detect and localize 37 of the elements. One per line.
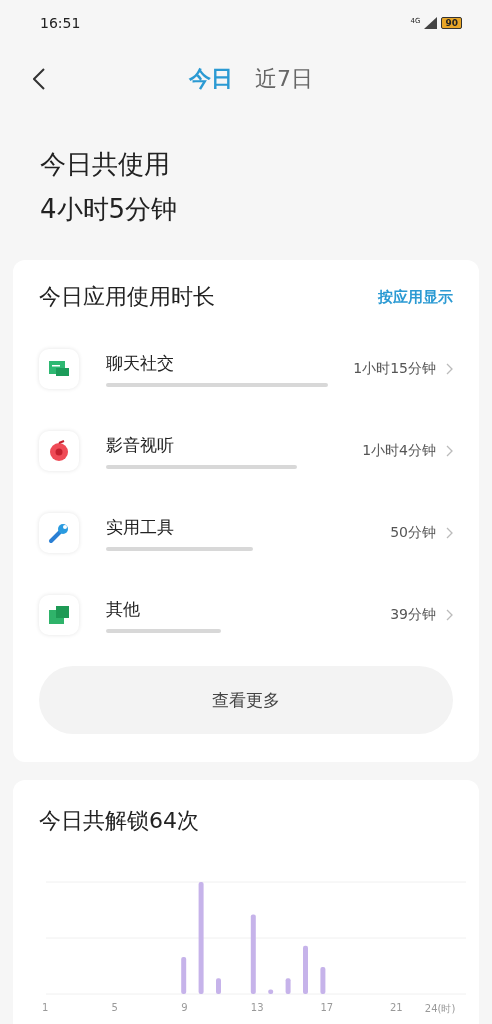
category-name: 聊天社交	[106, 351, 175, 375]
chart-bar	[181, 957, 187, 994]
chevron-icon[interactable]	[446, 363, 453, 375]
usage-time: 1小时4分钟	[362, 442, 436, 460]
summary-label: 今日共使用	[40, 148, 171, 181]
category-name: 影音视听	[106, 433, 175, 457]
tab[interactable]: 今日	[189, 64, 233, 94]
chart-bar	[216, 978, 221, 994]
summary-value: 4小时5分钟	[40, 193, 179, 226]
category-name: 实用工具	[106, 515, 175, 539]
usage-time: 50分钟	[390, 524, 436, 542]
battery-level: 90	[441, 17, 462, 29]
axis-label: 1	[42, 1002, 49, 1013]
category-name: 其他	[106, 597, 141, 621]
chevron-icon[interactable]	[446, 527, 453, 539]
card-title: 今日共解锁64次	[38, 807, 200, 835]
chart-bar	[320, 967, 326, 994]
chart-bar	[303, 945, 308, 994]
axis-label: 13	[250, 1002, 264, 1013]
usage-time: 39分钟	[390, 606, 436, 624]
card-title: 今日应用使用时长	[39, 283, 215, 311]
tab[interactable]: 近7日	[255, 64, 313, 94]
axis-label: 24(时)	[424, 1002, 456, 1016]
view-more-button[interactable]: 查看更多	[39, 666, 453, 734]
axis-label: 21	[390, 1002, 403, 1013]
usage-time: 1小时15分钟	[353, 360, 436, 378]
chevron-icon[interactable]	[446, 445, 453, 457]
view-toggle-link[interactable]: 按应用显示	[378, 287, 453, 307]
chart-bar	[268, 989, 274, 994]
chart-bar	[285, 978, 291, 994]
clock: 16:51	[40, 15, 81, 31]
signal-icon	[424, 17, 438, 29]
axis-label: 9	[181, 1002, 188, 1013]
back-icon[interactable]	[33, 68, 45, 90]
axis-label: 17	[320, 1002, 334, 1013]
chevron-icon[interactable]	[446, 609, 453, 621]
axis-label: 5	[111, 1002, 118, 1013]
